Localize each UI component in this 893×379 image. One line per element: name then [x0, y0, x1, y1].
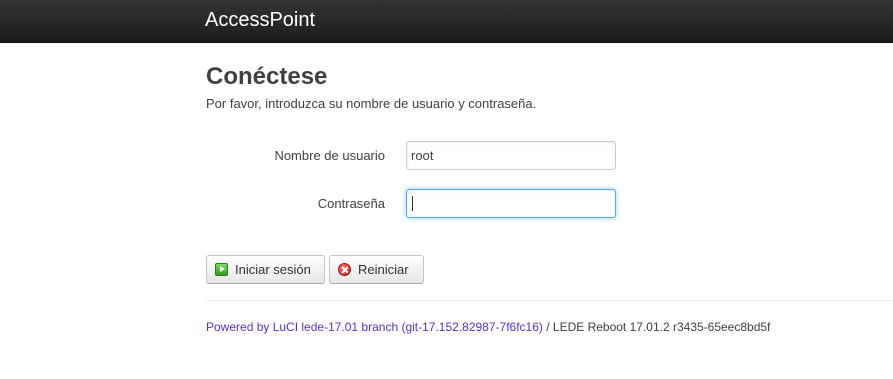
login-description: Por favor, introduzca su nombre de usuar… [206, 96, 537, 111]
username-row: Nombre de usuario [206, 141, 626, 171]
login-button-label: Iniciar sesión [235, 262, 311, 277]
username-label: Nombre de usuario [274, 148, 385, 163]
login-section: Conéctese Por favor, introduzca su nombr… [206, 62, 893, 111]
text-cursor [412, 196, 413, 211]
page-title: Conéctese [206, 63, 328, 90]
footer-divider [206, 300, 893, 301]
apply-icon [215, 263, 228, 276]
reset-button[interactable]: Reiniciar [329, 255, 424, 284]
brand-link[interactable]: AccessPoint [205, 9, 315, 31]
luci-link[interactable]: Powered by LuCI lede-17.01 branch (git-1… [206, 320, 543, 334]
reset-icon [338, 263, 351, 276]
footer-version: / LEDE Reboot 17.01.2 r3435-65eec8bd5f [542, 320, 771, 334]
password-label: Contraseña [317, 196, 385, 211]
reset-button-label: Reiniciar [358, 262, 409, 277]
username-input[interactable] [406, 141, 616, 170]
top-navbar: AccessPoint [0, 0, 893, 43]
password-input[interactable] [406, 189, 616, 218]
password-row: Contraseña [206, 189, 626, 219]
footer: Powered by LuCI lede-17.01 branch (git-1… [206, 320, 770, 334]
login-button[interactable]: Iniciar sesión [206, 255, 325, 284]
